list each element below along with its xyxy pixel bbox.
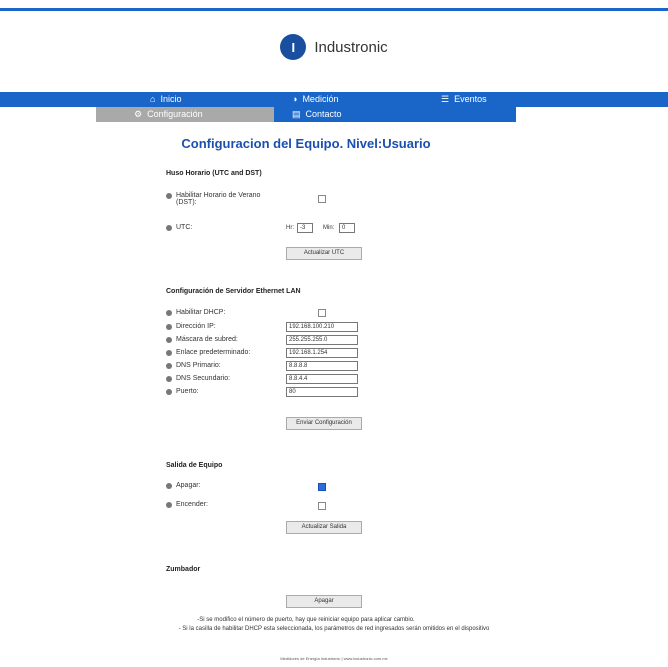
brand-logo: I Industronic: [0, 34, 668, 60]
main-nav-bar: ⌂ Inicio ◑ Medición ☰ Eventos: [0, 92, 668, 107]
port-label-row: Puerto:: [166, 388, 199, 395]
brand-name: Industronic: [314, 38, 388, 56]
dns2-label: DNS Secundario:: [176, 375, 231, 382]
top-accent-line: [0, 8, 668, 11]
bullet-icon: [166, 389, 172, 395]
subnet-mask-input[interactable]: 255.255.255.0: [286, 335, 358, 345]
utc-label-row: UTC:: [166, 224, 192, 231]
port-input[interactable]: 80: [286, 387, 358, 397]
nav-item-label: Medición: [302, 94, 339, 104]
list-icon: ☰: [441, 94, 450, 104]
encender-label-row: Encender:: [166, 501, 208, 508]
dst-label: Habilitar Horario de Verano (DST):: [176, 192, 261, 206]
apagar-label-row: Apagar:: [166, 482, 201, 489]
encender-label: Encender:: [176, 501, 208, 508]
config-panel: Configuracion del Equipo. Nivel:Usuario …: [96, 122, 516, 627]
min-label: Min:: [323, 225, 335, 231]
port-label: Puerto:: [176, 388, 199, 395]
secondary-nav-bar: ⚙ Configuración ▤ Contacto: [0, 107, 668, 122]
page-title: Configuracion del Equipo. Nivel:Usuario: [181, 136, 431, 151]
section-heading-salida: Salida de Equipo: [166, 462, 223, 469]
nav-item-label: Eventos: [454, 94, 487, 104]
nav-item-label: Inicio: [160, 94, 182, 104]
bullet-icon: [166, 225, 172, 231]
dns1-label: DNS Primario:: [176, 362, 221, 369]
update-utc-button[interactable]: Actualizar UTC: [286, 247, 362, 260]
tab-contacto[interactable]: ▤ Contacto: [274, 107, 516, 122]
dhcp-label-row: Habilitar DHCP:: [166, 309, 225, 316]
mask-label: Máscara de subred:: [176, 336, 238, 343]
gateway-label-row: Enlace predeterminado:: [166, 349, 250, 356]
dns-primary-input[interactable]: 8.8.8.8: [286, 361, 358, 371]
update-output-button[interactable]: Actualizar Salida: [286, 521, 362, 534]
buzzer-off-button[interactable]: Apagar: [286, 595, 362, 608]
bullet-icon: [166, 363, 172, 369]
nav-item-inicio[interactable]: ⌂ Inicio: [150, 92, 181, 107]
dns2-label-row: DNS Secundario:: [166, 375, 230, 382]
gateway-input[interactable]: 192.168.1.254: [286, 348, 358, 358]
ip-label: Dirección IP:: [176, 323, 216, 330]
tab-contacto-content: ▤ Contacto: [292, 107, 342, 122]
dst-label-row: Habilitar Horario de Verano (DST):: [166, 192, 276, 206]
bullet-icon: [166, 337, 172, 343]
apagar-checkbox[interactable]: [318, 483, 326, 491]
ip-label-row: Dirección IP:: [166, 323, 216, 330]
note-port-change: -Si se modifico el número de puerto, hay…: [197, 617, 415, 623]
mask-label-row: Máscara de subred:: [166, 336, 238, 343]
contact-card-icon: ▤: [292, 109, 301, 119]
note-dhcp: - Si la casilla de habilitar DHCP esta s…: [178, 626, 490, 632]
send-config-button[interactable]: Enviar Configuración: [286, 417, 362, 430]
home-icon: ⌂: [150, 94, 156, 104]
section-heading-zumbador: Zumbador: [166, 566, 201, 573]
tab-configuracion[interactable]: ⚙ Configuración: [96, 107, 274, 122]
dst-checkbox[interactable]: [318, 195, 326, 203]
dns1-label-row: DNS Primario:: [166, 362, 221, 369]
encender-checkbox[interactable]: [318, 502, 326, 510]
dhcp-label: Habilitar DHCP:: [176, 309, 226, 316]
gauge-icon: ◑: [292, 94, 298, 104]
ip-input[interactable]: 192.168.100.210: [286, 322, 358, 332]
nav-item-eventos[interactable]: ☰ Eventos: [441, 92, 487, 107]
gear-icon: ⚙: [134, 109, 143, 119]
dhcp-checkbox[interactable]: [318, 309, 326, 317]
section-heading-ethernet: Configuración de Servidor Ethernet LAN: [166, 288, 301, 295]
bullet-icon: [166, 310, 172, 316]
tab-label: Configuración: [147, 109, 203, 119]
hr-input[interactable]: -3: [297, 223, 313, 233]
min-input[interactable]: 0: [339, 223, 355, 233]
tab-configuracion-content: ⚙ Configuración: [134, 107, 203, 122]
footer-text: Medidores de Energía Industronic | www.i…: [280, 656, 388, 661]
bullet-icon: [166, 324, 172, 330]
industronic-logo-icon: I: [280, 34, 307, 60]
bullet-icon: [166, 502, 172, 508]
bullet-icon: [166, 376, 172, 382]
section-heading-huso: Huso Horario (UTC and DST): [166, 170, 262, 177]
bullet-icon: [166, 483, 172, 489]
bullet-icon: [166, 350, 172, 356]
gateway-label: Enlace predeterminado:: [176, 349, 251, 356]
apagar-label: Apagar:: [176, 482, 201, 489]
dns-secondary-input[interactable]: 8.8.4.4: [286, 374, 358, 384]
nav-item-medicion[interactable]: ◑ Medición: [292, 92, 338, 107]
utc-label: UTC:: [176, 224, 193, 231]
bullet-icon: [166, 193, 172, 199]
tab-label: Contacto: [305, 109, 342, 119]
hr-label: Hr:: [286, 225, 294, 231]
